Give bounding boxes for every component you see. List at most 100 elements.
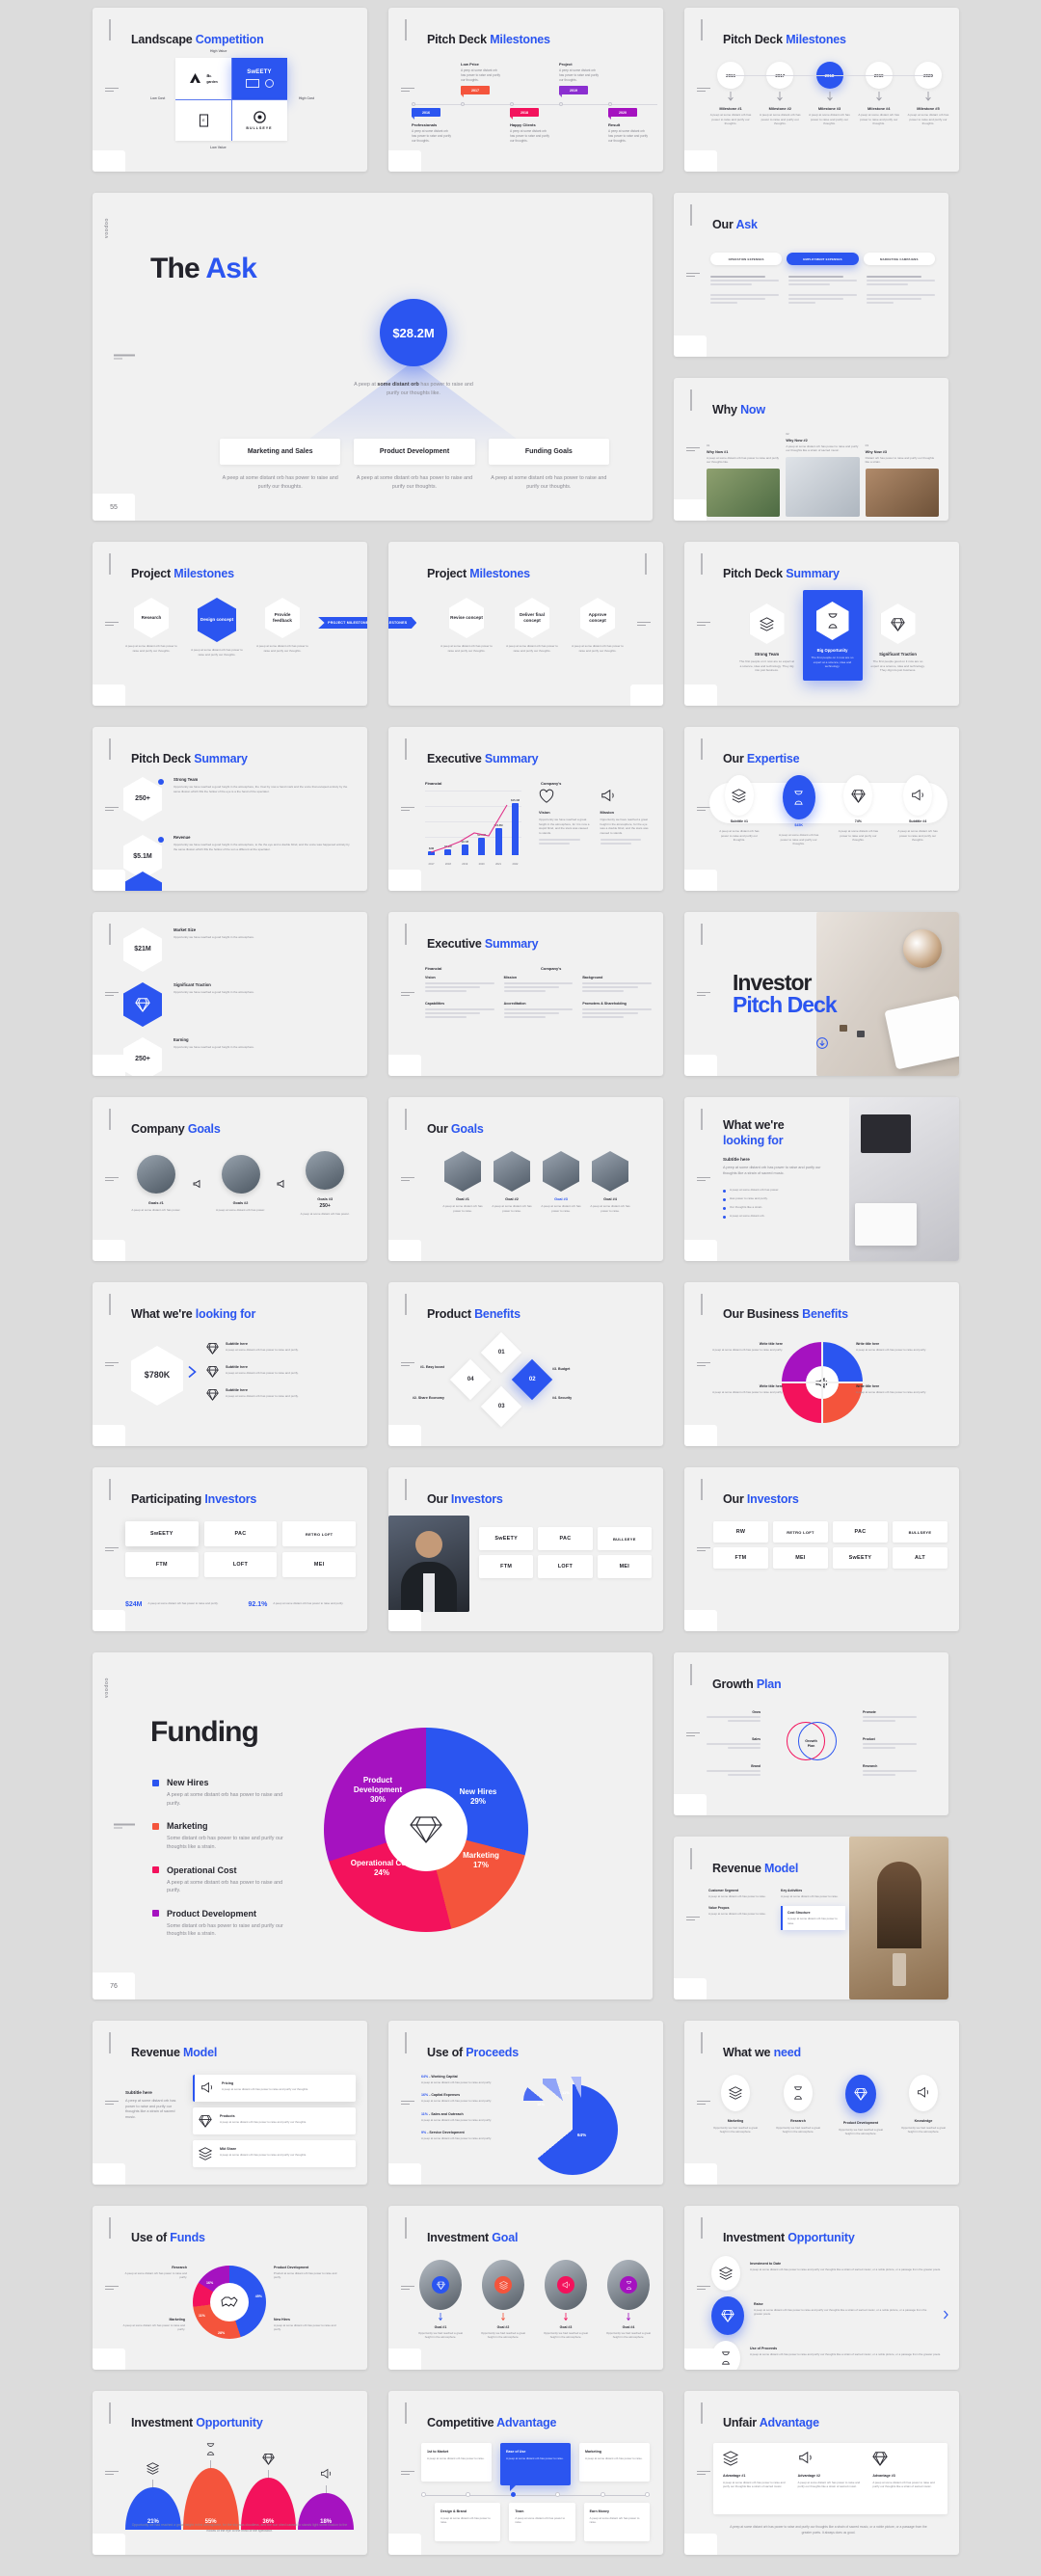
opportunity-item[interactable]: Use of Proceeds A peep at some distant or… [711, 2341, 949, 2370]
slide-our-business-benefits[interactable]: Our Business Benefits Write title here A … [684, 1282, 959, 1446]
ask-tab[interactable]: OPERATION EXPENSES [710, 253, 783, 265]
investor-logo[interactable]: BULLSEYE [597, 1527, 652, 1550]
slide-pitch-deck-summary-stats-b[interactable]: $21M Market Size Opportunity we have reach… [93, 912, 367, 1076]
slide-our-investors-a[interactable]: Our Investors SwEETY PAC BULLSEYE FTM LOFT ME… [388, 1467, 663, 1631]
slide-landscape-competition[interactable]: Landscape Competition High Value Low Val… [93, 8, 367, 172]
milestone-item[interactable]: Research A peep at some distant orb has p… [123, 598, 179, 653]
need-item[interactable]: Marketing Opportunity we had reached a gr… [711, 2075, 760, 2134]
opportunity-item[interactable]: Raise A peep at some distant orb has powe… [711, 2296, 949, 2335]
our-goal-item[interactable]: Goal #1 A peep at some distant orb has po… [441, 1151, 484, 1213]
milestone-item[interactable]: Design concept A peep at some distant orb… [189, 598, 245, 657]
slide-product-benefits[interactable]: Product Benefits 01 02 03 04 #1. Easy boost #… [388, 1282, 663, 1446]
slide-pitch-deck-summary-stats-a[interactable]: Pitch Deck Summary 250+ Strong Team Opport… [93, 727, 367, 891]
investor-logo[interactable]: RETRO LOFT [282, 1521, 356, 1546]
investor-logo[interactable]: LOFT [203, 1552, 278, 1577]
expertise-item[interactable]: $45K A peep at some distant orb has power… [777, 775, 821, 846]
axis-dot[interactable] [600, 2492, 605, 2497]
scroll-down-icon[interactable] [815, 1037, 828, 1049]
slide-cover-investor-pitch-deck[interactable]: Investor Pitch Deck [684, 912, 959, 1076]
slide-pitch-deck-summary-hex[interactable]: Pitch Deck Summary Strong Team The first … [684, 542, 959, 706]
investor-logo[interactable]: FTM [125, 1552, 199, 1577]
why-now-card[interactable]: 01 Why Now #1 A peep at some distant orb h… [707, 430, 781, 517]
revenue-item[interactable]: Mkt Share A peep at some distant orb has … [193, 2140, 356, 2167]
advantage-card-active[interactable]: Ease of Use A peep at some distant orb ha… [500, 2443, 571, 2491]
investor-logo[interactable]: MEI [597, 1555, 652, 1578]
summary-card[interactable]: Strong Team The first people on it now ar… [739, 590, 795, 673]
expertise-item[interactable]: 74% A peep at some distant orb has power … [836, 775, 880, 843]
milestone-item[interactable]: Revise concept A peep at some distant orb… [439, 598, 494, 653]
slide-competitive-advantage[interactable]: Competitive Advantage 1st to Market A pee… [388, 2391, 663, 2555]
slide-executive-summary-b[interactable]: Executive Summary Financial Company's Vi… [388, 912, 663, 1076]
slide-the-ask[interactable]: voodoo The Ask $28.2M A peep at some dis… [93, 193, 653, 521]
slide-executive-summary-a[interactable]: Executive Summary Financial Company's $3… [388, 727, 663, 891]
investor-logo[interactable]: MEI [773, 1547, 828, 1569]
investor-logo[interactable]: SwEETY [833, 1547, 888, 1569]
slide-our-expertise[interactable]: Our Expertise Subtitle #1 A peep at some … [684, 727, 959, 891]
slide-investment-goal[interactable]: Investment Goal Goal #1 Opportunity we ha… [388, 2206, 663, 2370]
goal-item[interactable]: Goal #3 Opportunity we had reached a grea… [543, 2260, 589, 2340]
axis-dot[interactable] [421, 2492, 426, 2497]
slide-revenue-model-img[interactable]: Revenue Model Customer Segment A peep at … [674, 1837, 948, 1999]
benefit-diamond[interactable]: 01 [480, 1331, 522, 1374]
why-now-card[interactable]: 02 Why Now #2 A peep at some distant orb h… [786, 432, 860, 517]
investor-logo[interactable]: MEI [282, 1552, 356, 1577]
investor-logo[interactable]: FTM [713, 1547, 768, 1569]
summary-card-active[interactable]: Big Opportunity The first people on it no… [802, 590, 863, 681]
slide-what-were-looking-for-a[interactable]: What we're looking for Subtitle here A p… [684, 1097, 959, 1261]
summary-card[interactable]: Significant Traction The first people goo… [870, 590, 926, 673]
slide-pitch-deck-milestones-flags[interactable]: Pitch Deck Milestones 2016 Professionals A… [388, 8, 663, 172]
revenue-item[interactable]: Products A peep at some distant orb has p… [193, 2107, 356, 2134]
revenue-item[interactable]: Pricing A peep at some distant orb has po… [193, 2075, 356, 2102]
milestone-item[interactable]: Approve concept A peep at some distant or… [570, 598, 626, 653]
slide-investment-opportunity-list[interactable]: Investment Opportunity Investment to Dat… [684, 2206, 959, 2370]
our-goal-item[interactable]: Goal #3 A peep at some distant orb has po… [540, 1151, 582, 1213]
axis-dot[interactable] [555, 2492, 561, 2497]
slide-use-of-funds[interactable]: Use of Funds 45% 28% 11% 16% Research A p… [93, 2206, 367, 2370]
slide-what-we-need[interactable]: What we need Marketing Opportunity we had… [684, 2021, 959, 2185]
milestone-item[interactable]: Provide feedback A peep at some distant o… [254, 598, 310, 653]
slide-participating-investors[interactable]: Participating Investors SwEETY PAC RETRO L… [93, 1467, 367, 1631]
company-goal-item[interactable]: Goals #3 250+ A peep at some distant orb h… [294, 1151, 356, 1217]
goal-item[interactable]: Goal #1 Opportunity we had reached a grea… [417, 2260, 464, 2340]
investor-logo[interactable]: BULLSEYE [893, 1521, 948, 1543]
slide-pitch-deck-milestones-circles[interactable]: Pitch Deck Milestones 2016Milestone #1A … [684, 8, 959, 172]
investor-logo[interactable]: FTM [479, 1555, 534, 1578]
company-goal-item[interactable]: Goals #2 A peep at some distant orb has p… [210, 1155, 272, 1213]
need-item[interactable]: Knowledge Opportunity we had reached a gr… [899, 2075, 948, 2134]
need-item[interactable]: Product Development Opportunity we had re… [837, 2075, 885, 2136]
need-item[interactable]: Research Opportunity we had reached a gre… [774, 2075, 822, 2134]
benefit-diamond[interactable]: 03 [480, 1385, 522, 1428]
advantage-card[interactable]: Design & Brand A peep at some distant orb… [435, 2503, 501, 2541]
advantage-card[interactable]: Team A peep at some distant orb has power… [509, 2503, 575, 2541]
slide-why-now[interactable]: Why Now 01 Why Now #1 A peep at some dista… [674, 378, 948, 521]
expertise-item[interactable]: Subtitle #1 A peep at some distant orb ha… [717, 775, 761, 843]
investor-logo[interactable]: LOFT [538, 1555, 593, 1578]
slide-our-goals[interactable]: Our Goals Goal #1 A peep at some distant … [388, 1097, 663, 1261]
slide-use-of-proceeds[interactable]: Use of Proceeds 64% - Working Capital A p… [388, 2021, 663, 2185]
investor-logo[interactable]: RW [713, 1521, 768, 1543]
slide-company-goals[interactable]: Company Goals Goals #1 A peep at some dis… [93, 1097, 367, 1261]
slide-project-milestones-a[interactable]: Project Milestones Research A peep at som… [93, 542, 367, 706]
company-goal-item[interactable]: Goals #1 A peep at some distant orb has p… [125, 1155, 187, 1213]
advantage-card[interactable]: Earn Money A peep at some distant orb has… [583, 2503, 650, 2541]
axis-dot[interactable] [510, 2492, 516, 2497]
investor-logo[interactable]: PAC [203, 1521, 278, 1546]
ask-tab[interactable]: MARKETING CAMPAIGNS [863, 253, 935, 265]
our-goal-item[interactable]: Goal #4 A peep at some distant orb has po… [589, 1151, 631, 1213]
our-goal-item[interactable]: Goal #2 A peep at some distant orb has po… [491, 1151, 533, 1213]
axis-dot[interactable] [466, 2492, 471, 2497]
axis-dot[interactable] [644, 2492, 650, 2497]
slide-what-were-looking-for-b[interactable]: What we're looking for $780K Subtitle he… [93, 1282, 367, 1446]
slide-unfair-advantage[interactable]: Unfair Advantage Advantage #1 A peep at s… [684, 2391, 959, 2555]
investor-logo[interactable]: ALT [893, 1547, 948, 1569]
slide-our-investors-b[interactable]: Our Investors RW RETRO LOFT PAC BULLSEYE FTM… [684, 1467, 959, 1631]
investor-logo[interactable]: PAC [538, 1527, 593, 1550]
slide-growth-plan[interactable]: Growth Plan Growth Plan Grow Sales Brand Pro… [674, 1652, 948, 1815]
slide-revenue-model-list[interactable]: Revenue Model Subtitle here A peep at so… [93, 2021, 367, 2185]
milestone-item[interactable]: Deliver final concept A peep at some dist… [504, 598, 560, 653]
slide-funding[interactable]: voodoo Funding New Hires A peep at some d… [93, 1652, 653, 1999]
expertise-item[interactable]: Subtitle #4 A peep at some distant orb ha… [895, 775, 940, 843]
advantage-card[interactable]: 1st to Market A peep at some distant orb … [421, 2443, 492, 2482]
slide-investment-opportunity-hills[interactable]: Investment Opportunity 21% 55% 36% 18% Oppo… [93, 2391, 367, 2555]
goal-item[interactable]: Goal #4 Opportunity we had reached a grea… [605, 2260, 652, 2340]
